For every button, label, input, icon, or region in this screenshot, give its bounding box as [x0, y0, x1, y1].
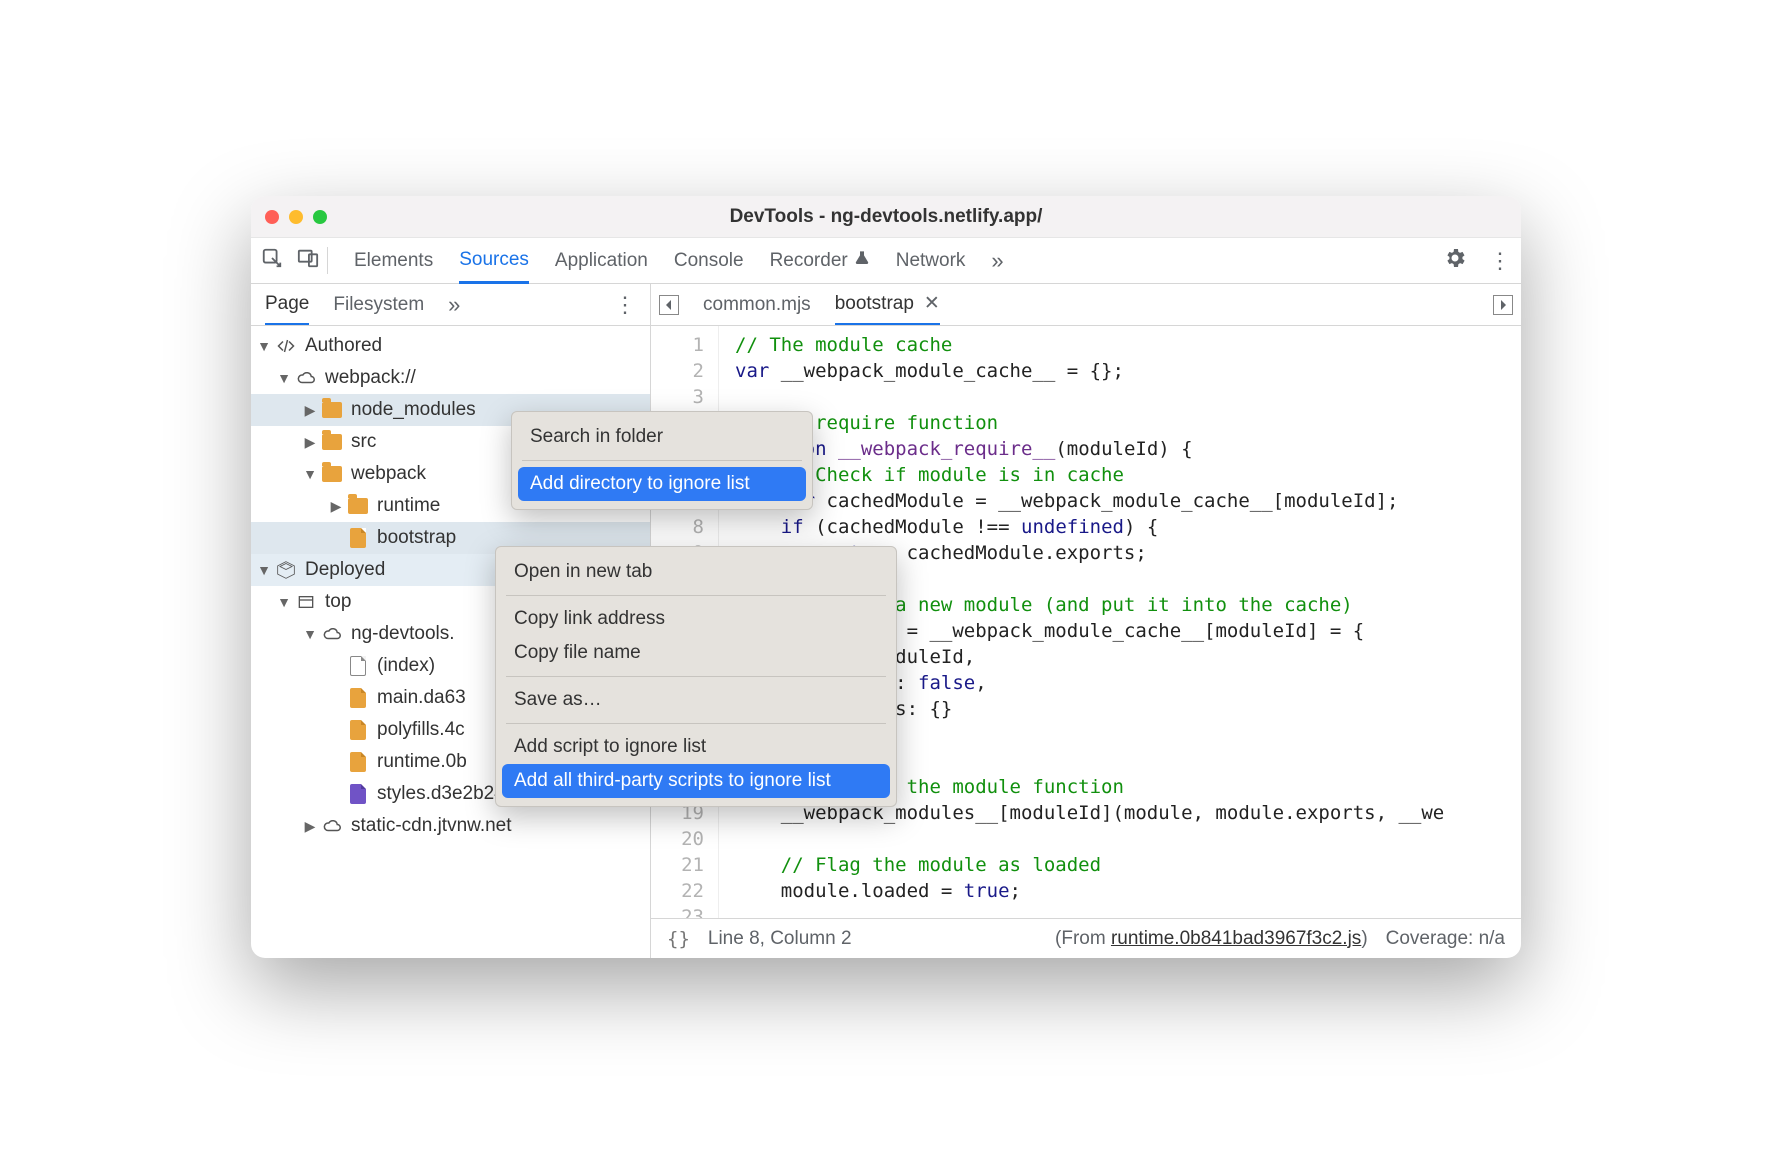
disclosure-triangle-icon[interactable]: ▶ — [303, 402, 317, 419]
tab-console[interactable]: Console — [674, 238, 744, 283]
file-tab-common[interactable]: common.mjs — [703, 284, 811, 325]
tree-label: webpack:// — [325, 367, 416, 389]
cursor-position: Line 8, Column 2 — [708, 928, 852, 950]
tree-label: Deployed — [305, 559, 385, 581]
tree-label: src — [351, 431, 376, 453]
separator — [506, 723, 886, 724]
tab-recorder[interactable]: Recorder — [770, 238, 870, 283]
pretty-print-icon[interactable]: {} — [667, 928, 690, 950]
beaker-icon — [854, 250, 870, 272]
js-file-icon — [347, 527, 369, 549]
context-menu-item[interactable]: Copy link address — [502, 602, 890, 636]
ctx-search-folder[interactable]: Search in folder — [518, 420, 806, 454]
context-menu-item[interactable]: Add all third-party scripts to ignore li… — [502, 764, 890, 798]
cloud-icon — [321, 815, 343, 837]
inspect-icon[interactable] — [261, 247, 283, 275]
tree-label: static-cdn.jtvnw.net — [351, 815, 512, 837]
disclosure-triangle-icon[interactable]: ▼ — [257, 562, 271, 578]
context-menu-folder: Search in folder Add directory to ignore… — [511, 411, 813, 510]
nav-back-icon[interactable] — [659, 295, 679, 315]
tab-sources[interactable]: Sources — [459, 239, 529, 284]
disclosure-triangle-icon[interactable]: ▶ — [303, 818, 317, 835]
window-title: DevTools - ng-devtools.netlify.app/ — [251, 206, 1521, 228]
sidebar-tab-page[interactable]: Page — [265, 284, 309, 325]
tree-label: webpack — [351, 463, 426, 485]
disclosure-triangle-icon[interactable]: ▼ — [277, 370, 291, 386]
tab-elements[interactable]: Elements — [354, 238, 433, 283]
sidebar-tab-filesystem[interactable]: Filesystem — [333, 284, 424, 325]
file-tab-bootstrap[interactable]: bootstrap ✕ — [835, 284, 940, 325]
separator — [506, 676, 886, 677]
separator — [522, 460, 802, 461]
cloud-icon — [295, 367, 317, 389]
device-toggle-icon[interactable] — [297, 247, 319, 275]
ctx-add-dir-ignore[interactable]: Add directory to ignore list — [518, 467, 806, 501]
js-file-icon — [347, 687, 369, 709]
folder-icon — [347, 495, 369, 517]
disclosure-triangle-icon[interactable]: ▼ — [257, 338, 271, 354]
file-tab-strip: common.mjs bootstrap ✕ — [651, 284, 1521, 326]
folder-icon — [321, 431, 343, 453]
js-file-icon — [347, 719, 369, 741]
main-tab-strip: Elements Sources Application Console Rec… — [251, 238, 1521, 284]
tree-label: (index) — [377, 655, 435, 677]
tabs-overflow[interactable]: » — [991, 238, 1003, 283]
disclosure-triangle-icon[interactable]: ▼ — [303, 626, 317, 642]
package-icon — [275, 559, 297, 581]
context-menu-item[interactable]: Add script to ignore list — [502, 730, 890, 764]
sidebar-tab-strip: Page Filesystem » ⋮ — [251, 284, 650, 326]
devtools-window: DevTools - ng-devtools.netlify.app/ Elem… — [251, 196, 1521, 958]
file-icon — [347, 655, 369, 677]
disclosure-triangle-icon[interactable]: ▼ — [303, 466, 317, 482]
context-menu-item[interactable]: Open in new tab — [502, 555, 890, 589]
frame-icon — [295, 591, 317, 613]
titlebar: DevTools - ng-devtools.netlify.app/ — [251, 196, 1521, 238]
file-tab-label: bootstrap — [835, 293, 914, 315]
editor-statusbar: {} Line 8, Column 2 (From runtime.0b841b… — [651, 918, 1521, 958]
settings-gear-icon[interactable] — [1443, 246, 1467, 276]
context-menu-file: Open in new tab Copy link addressCopy fil… — [495, 546, 897, 807]
disclosure-triangle-icon[interactable]: ▶ — [303, 434, 317, 451]
js-file-icon — [347, 751, 369, 773]
css-file-icon — [347, 783, 369, 805]
separator — [506, 595, 886, 596]
tree-label: Authored — [305, 335, 382, 357]
disclosure-triangle-icon[interactable]: ▶ — [329, 498, 343, 515]
folder-icon — [321, 463, 343, 485]
tree-label: runtime.0b — [377, 751, 467, 773]
context-menu-item[interactable]: Save as… — [502, 683, 890, 717]
tab-recorder-label: Recorder — [770, 250, 848, 272]
tab-application[interactable]: Application — [555, 238, 648, 283]
sidebar-tabs-overflow[interactable]: » — [448, 284, 460, 325]
tree-item-static-cdn[interactable]: ▶ static-cdn.jtvnw.net — [251, 810, 650, 842]
tree-item-webpack-scheme[interactable]: ▼ webpack:// — [251, 362, 650, 394]
tree-label: node_modules — [351, 399, 476, 421]
sidebar-kebab-icon[interactable]: ⋮ — [614, 292, 636, 318]
kebab-menu-icon[interactable]: ⋮ — [1489, 248, 1511, 274]
close-tab-icon[interactable]: ✕ — [924, 292, 940, 315]
tree-label: top — [325, 591, 351, 613]
disclosure-triangle-icon[interactable]: ▼ — [277, 594, 291, 610]
tree-label: polyfills.4c — [377, 719, 465, 741]
tree-label: ng-devtools. — [351, 623, 455, 645]
file-tab-label: common.mjs — [703, 294, 811, 316]
context-menu-item[interactable]: Copy file name — [502, 636, 890, 670]
tree-label: main.da63 — [377, 687, 466, 709]
tree-label: runtime — [377, 495, 440, 517]
tree-label: bootstrap — [377, 527, 456, 549]
cloud-icon — [321, 623, 343, 645]
folder-icon — [321, 399, 343, 421]
code-icon — [275, 335, 297, 357]
coverage-status: Coverage: n/a — [1386, 928, 1505, 950]
tab-network[interactable]: Network — [896, 238, 966, 283]
nav-forward-icon[interactable] — [1493, 295, 1513, 315]
source-from-link[interactable]: runtime.0b841bad3967f3c2.js — [1111, 928, 1361, 949]
source-from: (From runtime.0b841bad3967f3c2.js) — [1055, 928, 1368, 950]
tree-group-authored[interactable]: ▼ Authored — [251, 330, 650, 362]
